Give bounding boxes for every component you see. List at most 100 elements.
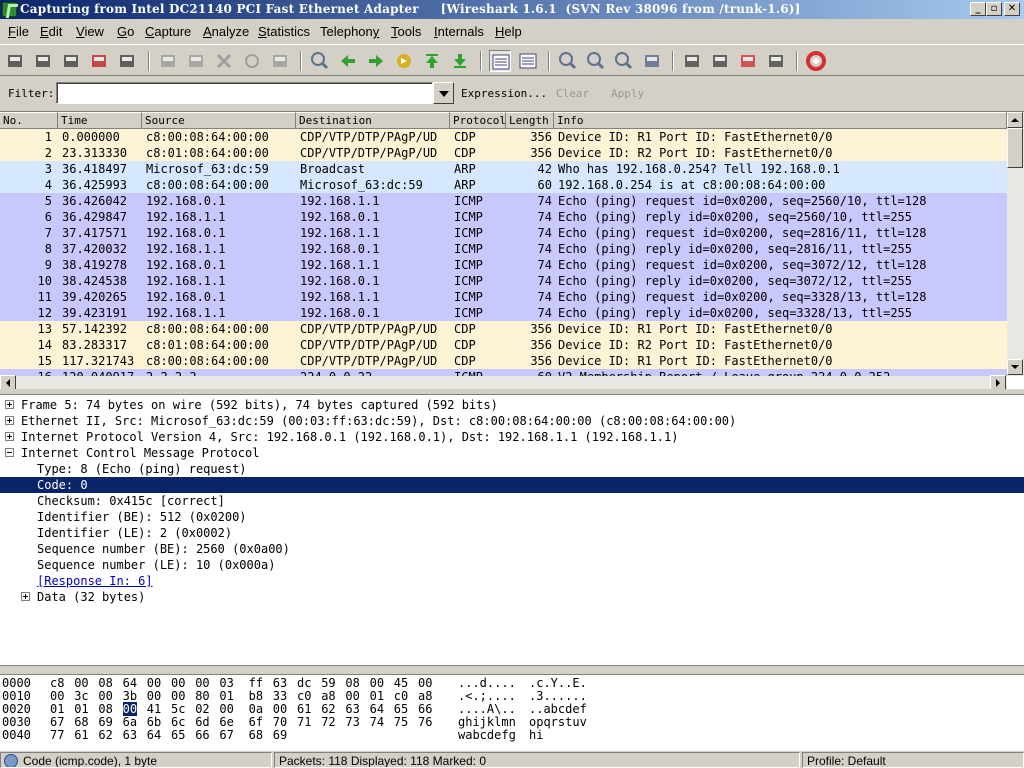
hex-byte[interactable]: 6b (147, 715, 161, 729)
hex-byte[interactable]: 00 (370, 676, 384, 690)
hex-byte[interactable]: 64 (123, 676, 137, 690)
close-button[interactable]: ✕ (1004, 2, 1020, 16)
packet-row[interactable]: 9 38.419278 192.168.0.1 192.168.1.1 ICMP 74 Ec… (0, 257, 1007, 273)
interface-list-button[interactable] (4, 50, 26, 72)
hex-byte[interactable]: 71 (297, 715, 311, 729)
column-header-destination[interactable]: Destination (296, 112, 450, 129)
detail-row[interactable]: Internet Protocol Version 4, Src: 192.16… (0, 429, 1024, 445)
expand-icon[interactable] (21, 592, 30, 601)
hex-byte[interactable]: 69 (98, 715, 112, 729)
save-file-button[interactable] (185, 50, 207, 72)
packet-row[interactable]: 10 38.424538 192.168.1.1 192.168.0.1 ICMP 74 E… (0, 273, 1007, 289)
packet-list-vscrollbar[interactable] (1007, 112, 1024, 376)
hex-byte[interactable]: 74 (370, 715, 384, 729)
open-file-button[interactable] (157, 50, 179, 72)
last-packet-button[interactable] (449, 50, 471, 72)
detail-row[interactable]: Checksum: 0x415c [correct] (0, 493, 1024, 509)
detail-row[interactable]: Type: 8 (Echo (ping) request) (0, 461, 1024, 477)
detail-row[interactable]: Identifier (LE): 2 (0x0002) (0, 525, 1024, 541)
packet-row[interactable]: 8 37.420032 192.168.1.1 192.168.0.1 ICMP 74 Ec… (0, 241, 1007, 257)
hex-byte[interactable]: 61 (74, 728, 88, 742)
hex-byte[interactable]: c0 (394, 689, 408, 703)
packet-row[interactable]: 3 36.418497 Microsof_63:dc:59 Broadcast ARP 4… (0, 161, 1007, 177)
auto-scroll-button[interactable] (517, 50, 539, 72)
hex-byte[interactable]: 01 (219, 689, 233, 703)
preferences-button[interactable] (765, 50, 787, 72)
go-to-packet-button[interactable] (393, 50, 415, 72)
detail-row[interactable]: Data (32 bytes) (0, 589, 1024, 605)
hex-ascii[interactable]: .<.;.... (458, 689, 516, 703)
detail-row[interactable]: Sequence number (BE): 2560 (0x0a00) (0, 541, 1024, 557)
apply-button[interactable]: Apply (611, 87, 644, 100)
hex-byte[interactable]: 67 (219, 728, 233, 742)
hex-byte[interactable]: 0a (249, 702, 263, 716)
menu-analyze[interactable]: Analyze (203, 24, 249, 39)
packet-details-pane[interactable]: Frame 5: 74 bytes on wire (592 bits), 74… (0, 394, 1024, 666)
hex-byte[interactable]: 6d (195, 715, 209, 729)
hex-byte[interactable]: c8 (50, 676, 64, 690)
first-packet-button[interactable] (421, 50, 443, 72)
hex-ascii[interactable]: opqrstuv (529, 715, 587, 729)
hex-byte[interactable]: 63 (123, 728, 137, 742)
hex-byte[interactable]: 33 (273, 689, 287, 703)
packet-row[interactable]: 5 36.426042 192.168.0.1 192.168.1.1 ICMP 74 Ec… (0, 193, 1007, 209)
packet-row[interactable]: 11 39.420265 192.168.0.1 192.168.1.1 ICMP 74 E… (0, 289, 1007, 305)
packet-row[interactable]: 14 83.283317 c8:01:08:64:00:00 CDP/VTP/DTP/… (0, 337, 1007, 353)
hex-byte[interactable]: 66 (195, 728, 209, 742)
packet-bytes-pane[interactable]: 0000 c8 00 08 64 00 00 00 03 ff 63 dc 59 08 00 45 00 ...d… (0, 674, 1024, 750)
hex-byte[interactable]: 01 (74, 702, 88, 716)
scroll-left-button[interactable] (0, 375, 16, 389)
clear-button[interactable]: Clear (556, 87, 589, 100)
hex-byte[interactable]: 3c (74, 689, 88, 703)
hex-byte[interactable]: 00 (147, 689, 161, 703)
scroll-up-button[interactable] (1007, 112, 1023, 128)
zoom-in-button[interactable] (557, 50, 579, 72)
hex-byte[interactable]: 63 (273, 676, 287, 690)
help-button[interactable] (805, 50, 827, 72)
hex-byte[interactable]: 69 (273, 728, 287, 742)
detail-row[interactable]: Sequence number (LE): 10 (0x000a) (0, 557, 1024, 573)
hex-byte[interactable]: 08 (345, 676, 359, 690)
packet-row[interactable]: 15 117.321743 c8:00:08:64:00:00 CDP/VTP/DTP… (0, 353, 1007, 369)
menu-help[interactable]: Help (495, 24, 522, 39)
hex-ascii[interactable]: .3...... (529, 689, 587, 703)
hex-byte[interactable]: ff (249, 676, 263, 690)
hex-byte[interactable]: 00 (195, 676, 209, 690)
hex-byte[interactable]: 73 (345, 715, 359, 729)
hex-byte[interactable]: 00 (98, 689, 112, 703)
column-header-no[interactable]: No. (0, 112, 58, 129)
menu-view[interactable]: View (76, 24, 104, 39)
coloring-rules-button[interactable] (737, 50, 759, 72)
hex-byte[interactable]: 00 (171, 689, 185, 703)
hex-byte[interactable]: 01 (50, 702, 64, 716)
hex-byte[interactable]: 00 (171, 676, 185, 690)
hex-byte[interactable]: 76 (418, 715, 432, 729)
menu-tools[interactable]: Tools (391, 24, 421, 39)
resize-columns-button[interactable] (641, 50, 663, 72)
hex-byte[interactable]: 3b (123, 689, 137, 703)
hex-byte[interactable]: 00 (345, 689, 359, 703)
column-header-source[interactable]: Source (142, 112, 296, 129)
reload-button[interactable] (241, 50, 263, 72)
hex-byte[interactable]: 02 (195, 702, 209, 716)
find-button[interactable] (309, 50, 331, 72)
hex-byte[interactable]: 61 (297, 702, 311, 716)
hex-byte[interactable]: 75 (394, 715, 408, 729)
hex-byte[interactable]: 6f (249, 715, 263, 729)
column-header-length[interactable]: Length (506, 112, 554, 129)
hex-byte[interactable]: 5c (171, 702, 185, 716)
maximize-button[interactable]: ▫ (986, 2, 1002, 16)
hex-byte[interactable]: 66 (418, 702, 432, 716)
hex-byte[interactable]: 01 (370, 689, 384, 703)
scroll-right-button[interactable] (990, 375, 1006, 389)
detail-row[interactable]: Ethernet II, Src: Microsof_63:dc:59 (00:… (0, 413, 1024, 429)
hex-byte[interactable]: a8 (321, 689, 335, 703)
hex-ascii[interactable]: ....A\.. (458, 702, 516, 716)
close-file-button[interactable] (213, 50, 235, 72)
hex-byte[interactable]: b8 (249, 689, 263, 703)
detail-row[interactable]: Frame 5: 74 bytes on wire (592 bits), 74… (0, 397, 1024, 413)
menu-internals[interactable]: Internals (434, 24, 484, 39)
hex-byte[interactable]: 65 (171, 728, 185, 742)
hex-byte[interactable]: 00 (50, 689, 64, 703)
expand-icon[interactable] (5, 400, 14, 409)
